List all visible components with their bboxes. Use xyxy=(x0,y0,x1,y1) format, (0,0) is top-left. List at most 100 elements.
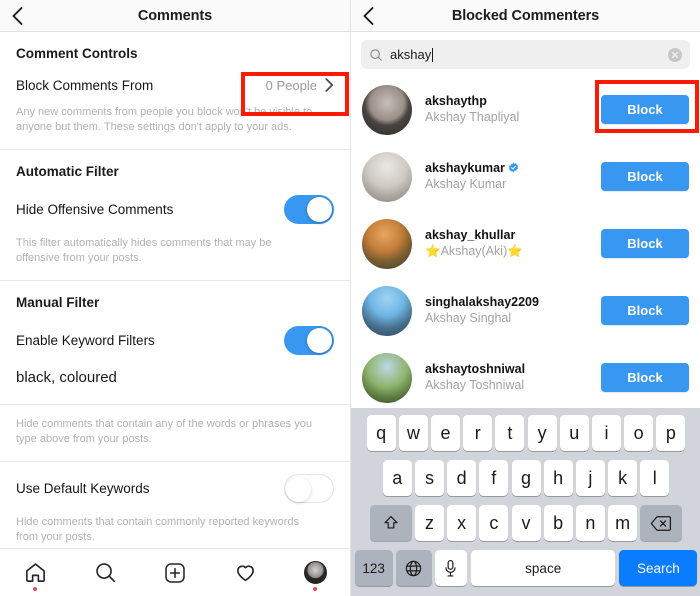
tab-add-post[interactable] xyxy=(150,549,200,596)
tab-profile[interactable] xyxy=(290,549,340,596)
key-k[interactable]: k xyxy=(608,460,638,496)
section-default-keywords: Use Default Keywords Hide comments that … xyxy=(0,462,350,559)
helper-comment-controls: Any new comments from people you block w… xyxy=(16,106,313,133)
keyboard-row-4: 123 space Search xyxy=(351,550,700,586)
toggle-knob xyxy=(307,197,332,222)
section-comment-controls: Comment Controls Block Comments From 0 P… xyxy=(0,32,350,149)
table-row[interactable]: akshaykumar Akshay Kumar Block xyxy=(351,143,700,210)
table-row[interactable]: akshaythp Akshay Thapliyal Block xyxy=(351,76,700,143)
key-f[interactable]: f xyxy=(479,460,509,496)
toggle-enable-keyword-filters[interactable] xyxy=(284,326,334,355)
key-v[interactable]: v xyxy=(511,505,541,541)
clear-circle-icon[interactable] xyxy=(668,47,682,62)
block-button[interactable]: Block xyxy=(601,95,689,124)
tab-search[interactable] xyxy=(80,549,130,596)
tab-home[interactable] xyxy=(10,549,60,596)
key-b[interactable]: b xyxy=(543,505,573,541)
left-navbar: Comments xyxy=(0,0,350,32)
keyboard-row-2: a s d f g h j k l xyxy=(351,460,700,496)
fullname: Akshay Thapliyal xyxy=(425,109,520,124)
toggle-knob xyxy=(307,328,332,353)
key-g[interactable]: g xyxy=(511,460,541,496)
key-h[interactable]: h xyxy=(543,460,573,496)
key-n[interactable]: n xyxy=(575,505,605,541)
username: akshaykumar xyxy=(425,161,601,175)
section-title-manual-filter: Manual Filter xyxy=(16,295,100,310)
key-w[interactable]: w xyxy=(398,415,428,451)
key-z[interactable]: z xyxy=(414,505,444,541)
keyboard-row-3: z x c v b n m xyxy=(351,505,700,541)
block-button[interactable]: Block xyxy=(601,229,689,258)
backspace-icon[interactable] xyxy=(640,505,683,541)
shift-arrow-icon[interactable] xyxy=(369,505,412,541)
row-block-comments-from[interactable]: Block Comments From 0 People xyxy=(0,71,350,101)
key-y[interactable]: y xyxy=(527,415,557,451)
right-page-title: Blocked Commenters xyxy=(451,7,600,24)
back-chevron-icon[interactable] xyxy=(0,0,34,32)
section-automatic-filter: Automatic Filter Hide Offensive Comments… xyxy=(0,150,350,280)
username-text: akshaykumar xyxy=(425,160,505,175)
toggle-use-default-keywords[interactable] xyxy=(284,474,334,503)
row-label-use-default-keywords: Use Default Keywords xyxy=(16,481,150,496)
key-i[interactable]: i xyxy=(591,415,621,451)
profile-badge-dot xyxy=(313,586,317,591)
key-space[interactable]: space xyxy=(471,550,616,586)
search-input[interactable]: akshay xyxy=(390,47,661,62)
row-enable-keyword-filters[interactable]: Enable Keyword Filters xyxy=(0,320,350,363)
table-row[interactable]: akshaytoshniwal Akshay Toshniwal Block xyxy=(351,344,700,411)
activity-heart-icon xyxy=(236,565,254,582)
block-comments-count: 0 People xyxy=(265,77,317,93)
search-field[interactable]: akshay xyxy=(361,40,690,69)
table-row[interactable]: akshay_khullar ⭐Akshay(Aki)⭐ Block xyxy=(351,210,700,277)
block-button[interactable]: Block xyxy=(601,162,689,191)
key-s[interactable]: s xyxy=(414,460,444,496)
search-icon xyxy=(370,48,382,61)
helper-automatic-filter: This filter automatically hides comments… xyxy=(16,237,272,264)
tab-activity[interactable] xyxy=(220,549,270,596)
key-l[interactable]: l xyxy=(640,460,670,496)
key-x[interactable]: x xyxy=(447,505,477,541)
key-e[interactable]: e xyxy=(431,415,461,451)
blocked-commenters-panel: Blocked Commenters akshay akshaythp Aksh… xyxy=(350,0,700,596)
table-row[interactable]: singhalakshay2209 Akshay Singhal Block xyxy=(351,277,700,344)
username-text: akshaythp xyxy=(425,93,487,108)
key-t[interactable]: t xyxy=(495,415,525,451)
back-chevron-icon[interactable] xyxy=(351,0,385,32)
row-use-default-keywords[interactable]: Use Default Keywords xyxy=(0,462,350,511)
key-r[interactable]: r xyxy=(463,415,493,451)
bottom-tabbar xyxy=(0,548,350,596)
avatar xyxy=(362,218,412,269)
toggle-hide-offensive-comments[interactable] xyxy=(284,195,334,224)
home-icon xyxy=(25,563,45,582)
key-p[interactable]: p xyxy=(656,415,686,451)
key-d[interactable]: d xyxy=(447,460,477,496)
fullname: ⭐Akshay(Aki)⭐ xyxy=(425,243,523,258)
section-manual-filter: Manual Filter Enable Keyword Filters bla… xyxy=(0,281,350,461)
key-o[interactable]: o xyxy=(624,415,654,451)
keyword-filter-value[interactable]: black, coloured xyxy=(0,363,350,404)
section-title-automatic-filter: Automatic Filter xyxy=(16,164,119,179)
key-search[interactable]: Search xyxy=(619,550,698,586)
key-a[interactable]: a xyxy=(382,460,412,496)
row-value-block-comments-from: 0 People xyxy=(266,78,334,93)
section-title-comment-controls: Comment Controls xyxy=(16,46,138,61)
key-c[interactable]: c xyxy=(479,505,509,541)
globe-icon[interactable] xyxy=(395,550,432,586)
key-numbers[interactable]: 123 xyxy=(354,550,393,586)
username-text: akshaytoshniwal xyxy=(425,361,526,376)
block-button[interactable]: Block xyxy=(601,363,689,392)
key-j[interactable]: j xyxy=(575,460,605,496)
fullname: Akshay Singhal xyxy=(425,310,512,325)
avatar xyxy=(362,352,412,403)
helper-manual-filter: Hide comments that contain any of the wo… xyxy=(16,418,312,445)
row-hide-offensive-comments[interactable]: Hide Offensive Comments xyxy=(0,189,350,232)
toggle-knob xyxy=(286,477,311,502)
microphone-icon[interactable] xyxy=(434,550,467,586)
key-u[interactable]: u xyxy=(559,415,589,451)
key-m[interactable]: m xyxy=(608,505,638,541)
avatar xyxy=(362,84,412,135)
key-q[interactable]: q xyxy=(366,415,396,451)
search-input-value: akshay xyxy=(390,47,432,62)
block-button[interactable]: Block xyxy=(601,296,689,325)
user-info: akshay_khullar ⭐Akshay(Aki)⭐ xyxy=(412,228,601,260)
